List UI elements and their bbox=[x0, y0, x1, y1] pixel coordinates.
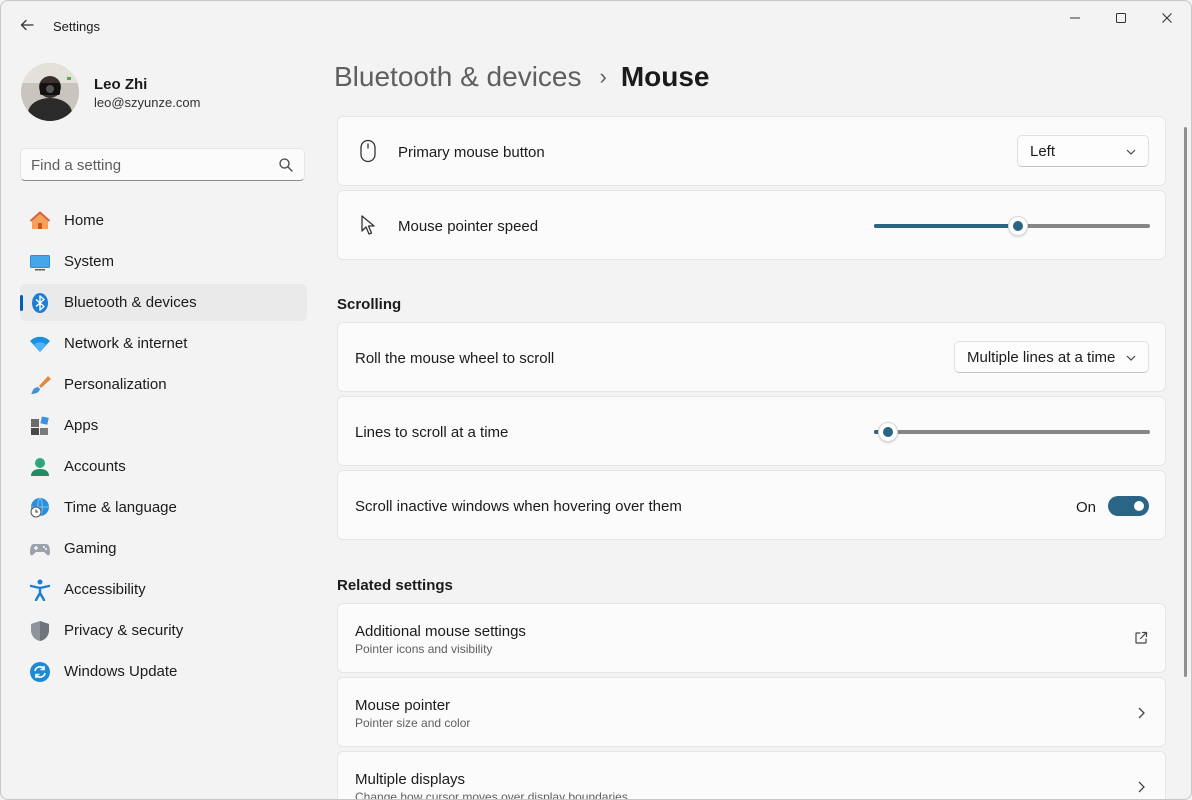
chevron-right-icon bbox=[1138, 707, 1145, 719]
pointer-speed-slider[interactable] bbox=[874, 216, 1150, 236]
sidebar-item-time-language[interactable]: Time & language bbox=[20, 489, 307, 526]
bluetooth-icon bbox=[29, 292, 51, 314]
breadcrumb-separator-icon: › bbox=[599, 64, 607, 89]
profile-email: leo@szyunze.com bbox=[94, 95, 201, 110]
scrolling-section-title: Scrolling bbox=[337, 296, 402, 313]
lines-to-scroll-card: Lines to scroll at a time bbox=[337, 396, 1166, 466]
sidebar-item-bluetooth[interactable]: Bluetooth & devices bbox=[20, 284, 307, 321]
primary-mouse-button-card: Primary mouse button Left bbox=[337, 116, 1166, 186]
roll-wheel-dropdown[interactable]: Multiple lines at a time bbox=[954, 341, 1149, 373]
sidebar-item-system[interactable]: System bbox=[20, 243, 307, 280]
scroll-inactive-card: Scroll inactive windows when hovering ov… bbox=[337, 470, 1166, 540]
related-item-sub: Pointer icons and visibility bbox=[355, 642, 493, 656]
sidebar-nav: Home System Bluetooth & devices Network … bbox=[20, 202, 307, 694]
pointer-speed-label: Mouse pointer speed bbox=[398, 218, 539, 235]
sidebar-item-home[interactable]: Home bbox=[20, 202, 307, 239]
slider-thumb[interactable] bbox=[1007, 216, 1028, 236]
profile-name: Leo Zhi bbox=[94, 76, 148, 93]
related-item-mouse-pointer[interactable]: Mouse pointer Pointer size and color bbox=[337, 677, 1166, 747]
slider-fill bbox=[874, 224, 1018, 228]
sidebar-item-windows-update[interactable]: Windows Update bbox=[20, 653, 307, 690]
roll-wheel-card: Roll the mouse wheel to scroll Multiple … bbox=[337, 322, 1166, 392]
account-icon bbox=[29, 456, 51, 478]
brush-icon bbox=[29, 374, 51, 396]
external-link-icon bbox=[1135, 631, 1148, 644]
related-item-sub: Pointer size and color bbox=[355, 716, 471, 730]
page-title: Mouse bbox=[620, 61, 710, 92]
sidebar-item-privacy-security[interactable]: Privacy & security bbox=[20, 612, 307, 649]
related-item-label: Mouse pointer bbox=[355, 697, 451, 714]
back-arrow-icon bbox=[20, 19, 34, 31]
primary-mouse-button-value: Left bbox=[1030, 143, 1056, 160]
maximize-button[interactable] bbox=[1098, 1, 1144, 35]
sidebar-item-personalization[interactable]: Personalization bbox=[20, 366, 307, 403]
maximize-icon bbox=[1116, 13, 1126, 23]
related-item-additional-mouse-settings[interactable]: Additional mouse settings Pointer icons … bbox=[337, 603, 1166, 673]
mouse-icon bbox=[356, 139, 380, 163]
minimize-button[interactable] bbox=[1052, 1, 1098, 35]
lines-to-scroll-label: Lines to scroll at a time bbox=[355, 424, 509, 441]
avatar-photo-icon bbox=[21, 63, 79, 121]
related-item-multiple-displays[interactable]: Multiple displays Change how cursor move… bbox=[337, 751, 1166, 800]
related-item-sub: Change how cursor moves over display bou… bbox=[355, 790, 628, 800]
close-icon bbox=[1162, 13, 1172, 23]
update-icon bbox=[29, 661, 51, 683]
slider-thumb[interactable] bbox=[877, 422, 898, 442]
home-icon bbox=[29, 210, 51, 232]
pointer-arrow-icon bbox=[356, 213, 380, 237]
scroll-inactive-toggle[interactable] bbox=[1108, 496, 1149, 516]
sidebar-item-gaming[interactable]: Gaming bbox=[20, 530, 307, 567]
sidebar-item-network[interactable]: Network & internet bbox=[20, 325, 307, 362]
scrollbar[interactable] bbox=[1184, 127, 1187, 677]
chevron-right-icon bbox=[1138, 781, 1145, 793]
pointer-speed-card: Mouse pointer speed bbox=[337, 190, 1166, 260]
minimize-icon bbox=[1070, 17, 1080, 19]
toggle-state-text: On bbox=[1076, 499, 1097, 516]
system-icon bbox=[29, 251, 51, 273]
sidebar-item-apps[interactable]: Apps bbox=[20, 407, 307, 444]
chevron-down-icon bbox=[1126, 149, 1136, 155]
app-title: Settings bbox=[53, 19, 100, 34]
search-input[interactable] bbox=[31, 155, 271, 175]
breadcrumb-parent[interactable]: Bluetooth & devices bbox=[334, 61, 582, 93]
shield-icon bbox=[29, 620, 51, 642]
chevron-down-icon bbox=[1126, 355, 1136, 361]
globe-clock-icon bbox=[29, 497, 51, 519]
roll-wheel-label: Roll the mouse wheel to scroll bbox=[355, 350, 555, 367]
title-bar: Settings bbox=[1, 1, 1191, 49]
sidebar-item-accessibility[interactable]: Accessibility bbox=[20, 571, 307, 608]
sidebar-item-accounts[interactable]: Accounts bbox=[20, 448, 307, 485]
avatar[interactable] bbox=[21, 63, 79, 121]
back-button[interactable] bbox=[15, 13, 39, 37]
primary-mouse-button-label: Primary mouse button bbox=[398, 144, 545, 161]
related-settings-title: Related settings bbox=[337, 577, 453, 594]
search-box[interactable] bbox=[20, 148, 305, 181]
search-icon[interactable] bbox=[278, 157, 294, 173]
gamepad-icon bbox=[29, 538, 51, 560]
apps-icon bbox=[29, 415, 51, 437]
primary-mouse-button-dropdown[interactable]: Left bbox=[1017, 135, 1149, 167]
scroll-inactive-label: Scroll inactive windows when hovering ov… bbox=[355, 498, 682, 515]
slider-track bbox=[874, 430, 1150, 434]
roll-wheel-value: Multiple lines at a time bbox=[967, 349, 1116, 366]
breadcrumb: Bluetooth & devices › Mouse bbox=[334, 61, 710, 93]
related-item-label: Multiple displays bbox=[355, 771, 466, 788]
accessibility-icon bbox=[29, 579, 51, 601]
wifi-icon bbox=[29, 333, 51, 355]
related-item-label: Additional mouse settings bbox=[355, 623, 526, 640]
settings-window: Settings Leo Zhi leo@szyunze.com Find a … bbox=[0, 0, 1192, 800]
close-button[interactable] bbox=[1144, 1, 1190, 35]
toggle-knob bbox=[1134, 501, 1144, 511]
lines-to-scroll-slider[interactable] bbox=[874, 422, 1150, 442]
